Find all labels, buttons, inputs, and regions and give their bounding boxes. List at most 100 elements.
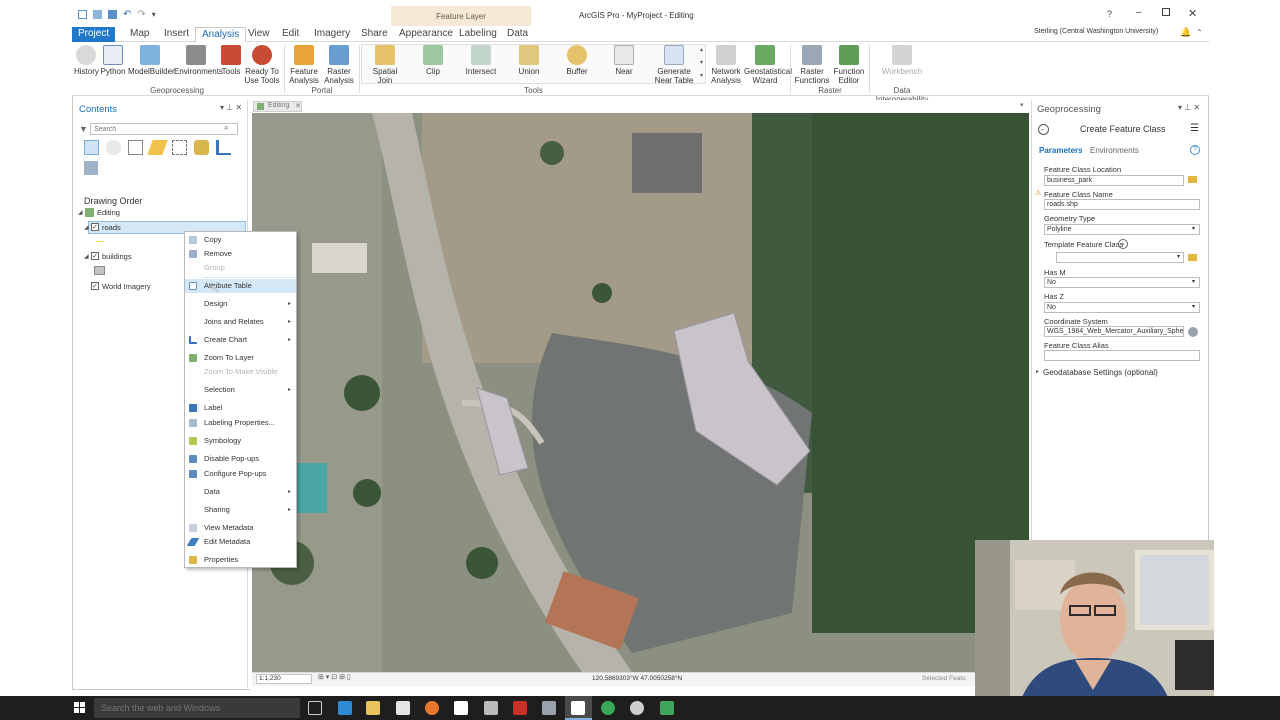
generate-near-table-button[interactable]: Generate Near Table bbox=[654, 45, 694, 85]
tab-environments[interactable]: Environments bbox=[1090, 146, 1139, 155]
tab-map[interactable]: Map bbox=[124, 27, 155, 42]
tab-insert[interactable]: Insert bbox=[158, 27, 195, 42]
expand-arrow-icon[interactable]: ◢ bbox=[84, 253, 89, 260]
menu-item-attribute-table[interactable]: Attribute Table bbox=[185, 279, 296, 293]
calculator-icon[interactable] bbox=[484, 701, 498, 715]
filter-icon[interactable]: ▼ bbox=[79, 124, 88, 134]
union-button[interactable]: Union bbox=[516, 45, 542, 76]
layer-visibility-checkbox[interactable]: ✓ bbox=[91, 223, 99, 231]
menu-item-edit-metadata[interactable]: Edit Metadata bbox=[185, 535, 296, 549]
feature-class-location-input[interactable]: business_park bbox=[1044, 175, 1184, 186]
list-by-editing-icon[interactable] bbox=[147, 140, 168, 155]
list-by-perspective-icon[interactable] bbox=[84, 161, 98, 175]
menu-item-sharing[interactable]: Sharing ▸ bbox=[185, 503, 296, 517]
raster-analysis-button[interactable]: Raster Analysis bbox=[322, 45, 356, 85]
dropdown-arrow-icon[interactable]: ▾ bbox=[1192, 225, 1195, 232]
browse-folder-icon[interactable] bbox=[1188, 176, 1197, 183]
expand-arrow-icon[interactable]: ◢ bbox=[78, 209, 83, 216]
environments-button[interactable]: Environments bbox=[174, 45, 223, 76]
edge-browser-icon[interactable] bbox=[338, 701, 352, 715]
task-view-icon[interactable] bbox=[308, 701, 322, 715]
windows-start-icon[interactable] bbox=[74, 702, 86, 714]
hamburger-menu-icon[interactable]: ☰ bbox=[1190, 123, 1199, 134]
notepad-icon[interactable] bbox=[454, 701, 468, 715]
history-button[interactable]: History bbox=[74, 45, 99, 76]
map-status-tools-icon[interactable]: ⊞ ▾ ⊡ ⊞ ▯ bbox=[318, 673, 351, 681]
layer-label-buildings[interactable]: buildings bbox=[102, 252, 132, 261]
menu-item-properties[interactable]: Properties bbox=[185, 553, 296, 567]
expand-template-icon[interactable]: ⌄ bbox=[1118, 239, 1128, 249]
feature-class-alias-input[interactable] bbox=[1044, 350, 1200, 361]
feature-class-name-input[interactable]: roads.shp bbox=[1044, 199, 1200, 210]
new-project-icon[interactable] bbox=[78, 10, 87, 19]
close-tab-icon[interactable]: ✕ bbox=[295, 102, 301, 110]
acrobat-icon[interactable] bbox=[513, 701, 527, 715]
chrome-icon[interactable] bbox=[601, 701, 615, 715]
template-feature-class-select[interactable] bbox=[1056, 252, 1184, 263]
tab-edit[interactable]: Edit bbox=[276, 27, 305, 42]
gallery-scroll[interactable]: ▴ ▾ ▾ bbox=[697, 44, 706, 84]
snipping-tool-icon[interactable] bbox=[542, 701, 556, 715]
geodatabase-settings-toggle[interactable]: Geodatabase Settings (optional) bbox=[1043, 368, 1158, 377]
browse-folder-icon[interactable] bbox=[1188, 254, 1197, 261]
network-analysis-button[interactable]: Network Analysis bbox=[709, 45, 743, 85]
tab-appearance[interactable]: Appearance bbox=[393, 27, 459, 42]
tools-button[interactable]: Tools bbox=[220, 45, 242, 76]
tab-project[interactable]: Project bbox=[72, 27, 115, 42]
minimize-button[interactable]: – bbox=[1136, 7, 1142, 18]
menu-item-selection[interactable]: Selection ▸ bbox=[185, 383, 296, 397]
map-tab[interactable]: Editing ✕ bbox=[253, 101, 302, 112]
firefox-icon[interactable] bbox=[425, 701, 439, 715]
python-button[interactable]: Python bbox=[100, 45, 126, 76]
map-canvas[interactable] bbox=[252, 113, 1029, 672]
contents-search-input[interactable] bbox=[90, 123, 238, 135]
list-by-labeling-icon[interactable] bbox=[194, 140, 209, 155]
dropdown-arrow-icon[interactable]: ▾ bbox=[1192, 278, 1195, 285]
map-node-label[interactable]: Editing bbox=[97, 208, 120, 217]
near-button[interactable]: Near bbox=[612, 45, 636, 76]
expand-arrow-icon[interactable]: ◢ bbox=[84, 224, 89, 231]
menu-item-zoom-to-layer[interactable]: Zoom To Layer bbox=[185, 351, 296, 365]
menu-item-view-metadata[interactable]: View Metadata bbox=[185, 521, 296, 535]
search-icon[interactable]: ⌕ bbox=[224, 123, 228, 133]
taskbar-search-input[interactable] bbox=[94, 698, 300, 718]
help-icon[interactable]: ? bbox=[1190, 145, 1200, 155]
collapse-ribbon-icon[interactable]: ⌃ bbox=[1196, 28, 1203, 37]
map-options-icon[interactable]: ▾ bbox=[1020, 101, 1024, 109]
close-button[interactable]: ✕ bbox=[1188, 7, 1197, 20]
menu-item-group[interactable]: Group bbox=[185, 261, 296, 275]
coordinate-system-select[interactable]: WGS_1984_Web_Mercator_Auxiliary_Sphe bbox=[1044, 326, 1184, 337]
layer-visibility-checkbox[interactable]: ✓ bbox=[91, 252, 99, 260]
tab-view[interactable]: View bbox=[242, 27, 276, 42]
menu-item-copy[interactable]: Copy bbox=[185, 233, 296, 247]
list-by-selection-icon[interactable] bbox=[128, 140, 143, 155]
menu-item-symbology[interactable]: Symbology bbox=[185, 434, 296, 448]
line-symbol-icon[interactable] bbox=[96, 241, 104, 242]
menu-item-data[interactable]: Data ▸ bbox=[185, 485, 296, 499]
maximize-button[interactable] bbox=[1162, 8, 1170, 16]
customize-qat-icon[interactable]: ▾ bbox=[152, 10, 156, 19]
geometry-type-select[interactable]: Polyline bbox=[1044, 224, 1200, 235]
layer-label-world-imagery[interactable]: World Imagery bbox=[102, 282, 151, 291]
settings-gear-icon[interactable] bbox=[630, 701, 644, 715]
globe-icon[interactable] bbox=[1188, 327, 1198, 337]
save-icon[interactable] bbox=[108, 10, 117, 19]
has-z-select[interactable]: No bbox=[1044, 302, 1200, 313]
menu-item-configure-pop-ups[interactable]: Configure Pop-ups bbox=[185, 467, 296, 481]
list-by-snapping-icon[interactable] bbox=[172, 140, 187, 155]
list-by-charts-icon[interactable] bbox=[216, 140, 231, 155]
list-by-drawing-order-icon[interactable] bbox=[84, 140, 99, 155]
pane-options-icon[interactable]: ▾ ⊥ ✕ bbox=[220, 103, 242, 112]
tab-share[interactable]: Share bbox=[355, 27, 394, 42]
tab-imagery[interactable]: Imagery bbox=[308, 27, 356, 42]
help-button[interactable]: ? bbox=[1107, 9, 1112, 19]
scale-input[interactable]: 1:1,230 bbox=[256, 674, 312, 684]
workbench-button[interactable]: Workbench bbox=[880, 45, 924, 76]
intersect-button[interactable]: Intersect bbox=[464, 45, 498, 76]
menu-item-zoom-to-make-visible[interactable]: Zoom To Make Visible bbox=[185, 365, 296, 379]
tab-parameters[interactable]: Parameters bbox=[1039, 146, 1083, 155]
modelbuilder-button[interactable]: ModelBuilder bbox=[128, 45, 175, 76]
feature-analysis-button[interactable]: Feature Analysis bbox=[288, 45, 320, 85]
back-arrow-icon[interactable]: ← bbox=[1038, 124, 1049, 135]
menu-item-remove[interactable]: Remove bbox=[185, 247, 296, 261]
